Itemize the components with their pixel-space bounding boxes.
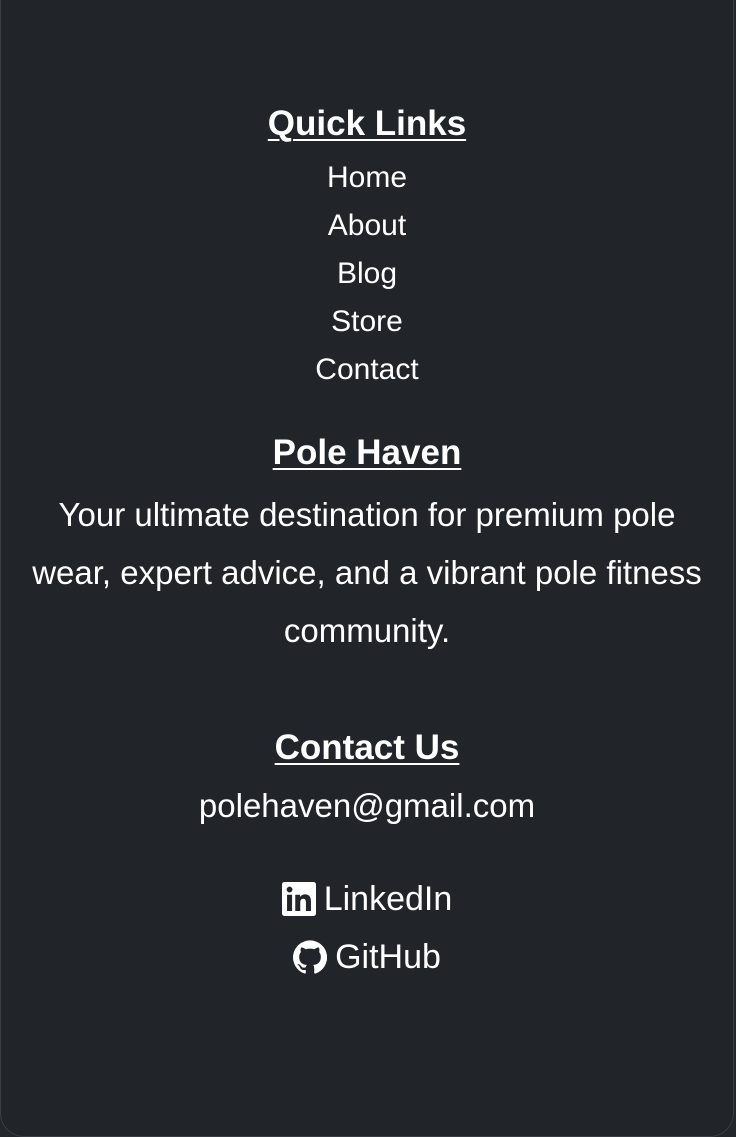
brand-title: Pole Haven	[272, 433, 462, 472]
about-section: Pole Haven Your ultimate destination for…	[1, 433, 733, 660]
quick-links-list: Home About Blog Store Contact	[1, 154, 733, 394]
nav-link-contact[interactable]: Contact	[315, 353, 418, 386]
list-item: About	[1, 202, 733, 250]
list-item: Home	[1, 154, 733, 202]
list-item: Blog	[1, 250, 733, 298]
quick-links-title: Quick Links	[267, 104, 467, 143]
contact-title: Contact Us	[274, 728, 460, 767]
quick-links-section: Quick Links Home About Blog Store Contac…	[1, 104, 733, 394]
nav-link-store[interactable]: Store	[331, 305, 403, 338]
github-label: GitHub	[335, 938, 441, 976]
list-item: Store	[1, 298, 733, 346]
nav-link-about[interactable]: About	[328, 209, 406, 242]
contact-email[interactable]: polehaven@gmail.com	[1, 786, 733, 826]
contact-section: Contact Us polehaven@gmail.com	[1, 728, 733, 826]
brand-description: Your ultimate destination for premium po…	[32, 496, 702, 649]
list-item: Contact	[1, 346, 733, 394]
linkedin-label: LinkedIn	[323, 880, 453, 918]
nav-link-home[interactable]: Home	[327, 161, 407, 194]
linkedin-link[interactable]: LinkedIn	[1, 870, 733, 928]
github-icon	[293, 940, 328, 974]
linkedin-icon	[281, 882, 316, 916]
social-links: LinkedIn GitHub	[1, 870, 733, 986]
site-footer: Quick Links Home About Blog Store Contac…	[0, 0, 734, 1137]
nav-link-blog[interactable]: Blog	[337, 257, 397, 290]
github-link[interactable]: GitHub	[1, 928, 733, 986]
